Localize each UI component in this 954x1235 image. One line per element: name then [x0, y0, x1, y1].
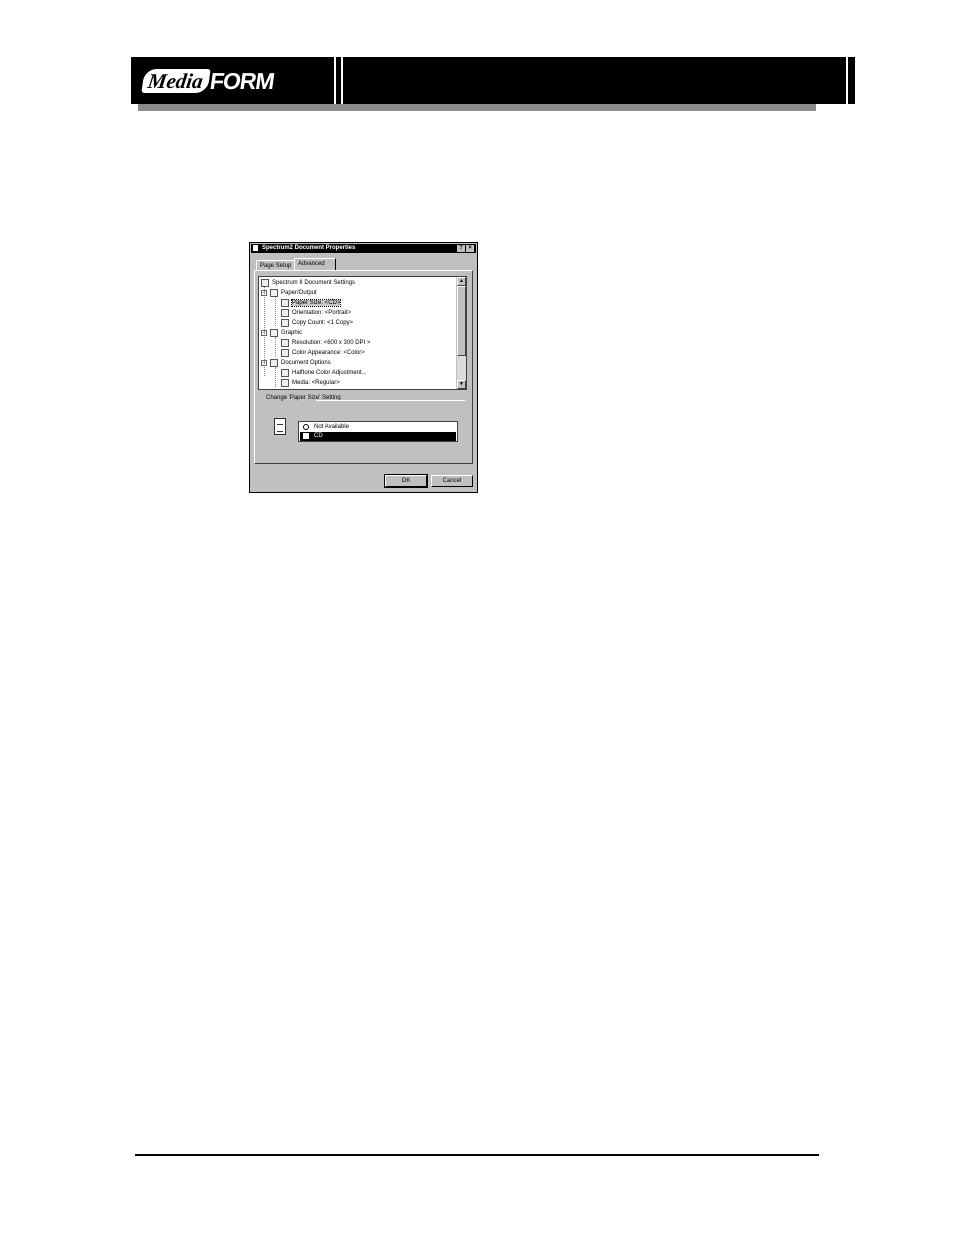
- document-icon: [274, 418, 286, 435]
- settings-tree[interactable]: Spectrum II Document Settings − Paper/Ou…: [258, 276, 467, 390]
- banner-divider: [341, 57, 343, 104]
- folder-icon: [270, 359, 278, 367]
- ok-button[interactable]: OK: [384, 474, 428, 488]
- tree-item-label: Paper/Output: [281, 290, 317, 296]
- collapse-icon[interactable]: −: [261, 290, 267, 296]
- paper-icon: [303, 433, 309, 439]
- tree-item-root[interactable]: Spectrum II Document Settings: [261, 278, 355, 288]
- tree-item-label: Halftone Color Adjustment...: [292, 370, 367, 376]
- tree-item-label: Media: <Regular>: [292, 380, 340, 386]
- dialog-title: Spectrum2 Document Properties: [262, 245, 356, 251]
- grid-icon: [281, 339, 289, 347]
- list-item-not-available[interactable]: Not Available: [300, 423, 456, 432]
- tree-item-document-options[interactable]: − Document Options: [261, 358, 331, 368]
- printer-icon: [261, 279, 269, 287]
- unavailable-icon: [303, 424, 309, 430]
- tree-item-orientation[interactable]: Orientation: <Portrait>: [281, 308, 351, 318]
- document-icon: [281, 299, 289, 307]
- list-item-cd[interactable]: CD: [300, 432, 456, 441]
- tree-item-label: Copy Count: <1 Copy>: [292, 320, 354, 326]
- close-button[interactable]: ×: [466, 245, 474, 252]
- document-icon: [281, 319, 289, 327]
- group-divider: [316, 400, 465, 401]
- cancel-button[interactable]: Cancel: [431, 475, 473, 487]
- document-properties-dialog: Spectrum2 Document Properties ? × Page S…: [249, 242, 478, 493]
- tree-item-label: Spectrum II Document Settings: [272, 280, 356, 286]
- banner-divider: [846, 57, 848, 104]
- collapse-icon[interactable]: −: [261, 330, 267, 336]
- tree-item-paper-size[interactable]: Paper Size: <CD>: [281, 298, 342, 308]
- logo-media-text: Media: [141, 69, 211, 93]
- tree-item-label: Graphic: [281, 330, 303, 336]
- paper-size-listbox[interactable]: Not Available CD: [298, 421, 458, 442]
- dialog-titlebar: Spectrum2 Document Properties ? ×: [251, 244, 476, 253]
- list-item-label: CD: [314, 433, 323, 439]
- tree-item-color-appearance[interactable]: Color Appearance: <Color>: [281, 348, 365, 358]
- tree-item-label: Orientation: <Portrait>: [292, 310, 352, 316]
- scroll-thumb[interactable]: [457, 286, 466, 356]
- folder-icon: [270, 289, 278, 297]
- scroll-down-icon[interactable]: ▼: [457, 380, 466, 389]
- folder-icon: [270, 329, 278, 337]
- halftone-icon: [281, 369, 289, 377]
- tree-item-media[interactable]: Media: <Regular>: [281, 378, 340, 388]
- tree-item-paper-output[interactable]: − Paper/Output: [261, 288, 317, 298]
- footer-rule: [135, 1154, 819, 1156]
- list-item-label: Not Available: [314, 424, 349, 430]
- tree-item-label: Document Options: [281, 360, 331, 366]
- scroll-up-icon[interactable]: ▲: [457, 277, 466, 286]
- tree-item-label: Resolution: <600 x 300 DPI >: [292, 340, 371, 346]
- tree-item-label: Color Appearance: <Color>: [292, 350, 365, 356]
- palette-icon: [281, 349, 289, 357]
- tree-item-graphic[interactable]: − Graphic: [261, 328, 302, 338]
- banner-divider: [334, 57, 336, 104]
- document-icon: [281, 309, 289, 317]
- tree-item-resolution[interactable]: Resolution: <600 x 300 DPI >: [281, 338, 370, 348]
- collapse-icon[interactable]: −: [261, 360, 267, 366]
- tree-item-copy-count[interactable]: Copy Count: <1 Copy>: [281, 318, 353, 328]
- printer-icon: [253, 245, 258, 251]
- header-banner: Media FORM: [131, 57, 855, 104]
- help-button[interactable]: ?: [457, 245, 465, 252]
- tree-scrollbar[interactable]: ▲ ▼: [456, 277, 466, 389]
- tree-item-halftone[interactable]: Halftone Color Adjustment...: [281, 368, 367, 378]
- document-icon: [281, 379, 289, 387]
- logo-form-text: FORM: [208, 67, 276, 94]
- tree-item-label: Paper Size: <CD>: [290, 299, 342, 307]
- mediaform-logo: Media FORM: [141, 67, 276, 95]
